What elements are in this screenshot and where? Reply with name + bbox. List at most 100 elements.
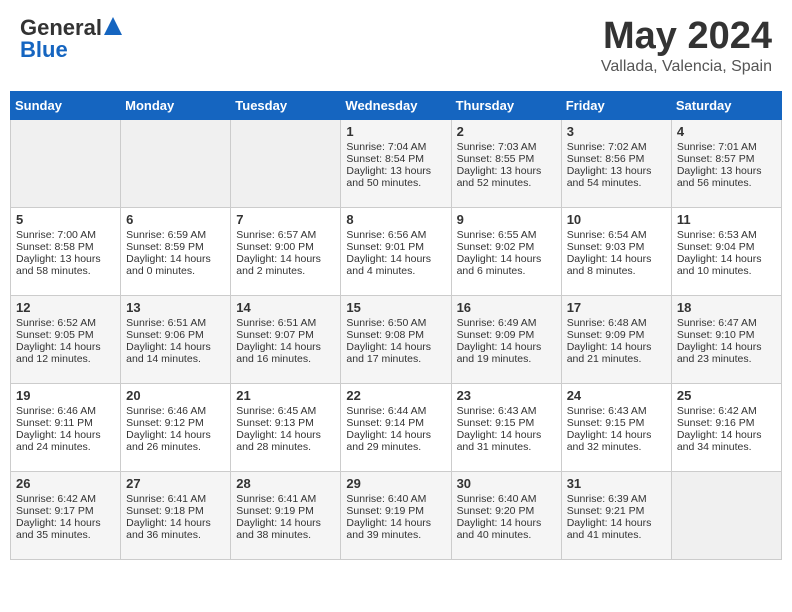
- day-number: 16: [457, 300, 556, 315]
- calendar-cell: 22 Sunrise: 6:44 AM Sunset: 9:14 PM Dayl…: [341, 384, 451, 472]
- day-number: 2: [457, 124, 556, 139]
- week-row-1: 1 Sunrise: 7:04 AM Sunset: 8:54 PM Dayli…: [11, 120, 782, 208]
- sunset-text: Sunset: 9:14 PM: [346, 417, 424, 429]
- calendar-cell: 15 Sunrise: 6:50 AM Sunset: 9:08 PM Dayl…: [341, 296, 451, 384]
- calendar-cell: 20 Sunrise: 6:46 AM Sunset: 9:12 PM Dayl…: [121, 384, 231, 472]
- daylight-text: Daylight: 14 hours and 16 minutes.: [236, 341, 321, 365]
- sunrise-text: Sunrise: 6:43 AM: [457, 405, 537, 417]
- daylight-text: Daylight: 14 hours and 40 minutes.: [457, 517, 542, 541]
- sunset-text: Sunset: 9:15 PM: [567, 417, 645, 429]
- weekday-header-tuesday: Tuesday: [231, 92, 341, 120]
- calendar-cell: 30 Sunrise: 6:40 AM Sunset: 9:20 PM Dayl…: [451, 472, 561, 560]
- sunrise-text: Sunrise: 7:04 AM: [346, 141, 426, 153]
- calendar-cell: 26 Sunrise: 6:42 AM Sunset: 9:17 PM Dayl…: [11, 472, 121, 560]
- weekday-header-saturday: Saturday: [671, 92, 781, 120]
- daylight-text: Daylight: 14 hours and 38 minutes.: [236, 517, 321, 541]
- sunset-text: Sunset: 8:54 PM: [346, 153, 424, 165]
- sunset-text: Sunset: 8:56 PM: [567, 153, 645, 165]
- week-row-3: 12 Sunrise: 6:52 AM Sunset: 9:05 PM Dayl…: [11, 296, 782, 384]
- sunset-text: Sunset: 9:10 PM: [677, 329, 755, 341]
- sunset-text: Sunset: 9:21 PM: [567, 505, 645, 517]
- daylight-text: Daylight: 14 hours and 19 minutes.: [457, 341, 542, 365]
- day-number: 11: [677, 212, 776, 227]
- sunset-text: Sunset: 9:04 PM: [677, 241, 755, 253]
- daylight-text: Daylight: 14 hours and 39 minutes.: [346, 517, 431, 541]
- sunset-text: Sunset: 9:02 PM: [457, 241, 535, 253]
- sunrise-text: Sunrise: 6:39 AM: [567, 493, 647, 505]
- calendar-cell: 27 Sunrise: 6:41 AM Sunset: 9:18 PM Dayl…: [121, 472, 231, 560]
- daylight-text: Daylight: 14 hours and 21 minutes.: [567, 341, 652, 365]
- day-number: 19: [16, 388, 115, 403]
- calendar-cell: 6 Sunrise: 6:59 AM Sunset: 8:59 PM Dayli…: [121, 208, 231, 296]
- sunrise-text: Sunrise: 6:52 AM: [16, 317, 96, 329]
- week-row-4: 19 Sunrise: 6:46 AM Sunset: 9:11 PM Dayl…: [11, 384, 782, 472]
- day-number: 12: [16, 300, 115, 315]
- daylight-text: Daylight: 13 hours and 50 minutes.: [346, 165, 431, 189]
- calendar-cell: 9 Sunrise: 6:55 AM Sunset: 9:02 PM Dayli…: [451, 208, 561, 296]
- calendar-cell: 25 Sunrise: 6:42 AM Sunset: 9:16 PM Dayl…: [671, 384, 781, 472]
- sunrise-text: Sunrise: 6:46 AM: [126, 405, 206, 417]
- sunset-text: Sunset: 9:12 PM: [126, 417, 204, 429]
- day-number: 7: [236, 212, 335, 227]
- sunrise-text: Sunrise: 6:54 AM: [567, 229, 647, 241]
- daylight-text: Daylight: 14 hours and 28 minutes.: [236, 429, 321, 453]
- calendar-cell: 14 Sunrise: 6:51 AM Sunset: 9:07 PM Dayl…: [231, 296, 341, 384]
- day-number: 21: [236, 388, 335, 403]
- sunset-text: Sunset: 9:13 PM: [236, 417, 314, 429]
- daylight-text: Daylight: 13 hours and 58 minutes.: [16, 253, 101, 277]
- daylight-text: Daylight: 13 hours and 52 minutes.: [457, 165, 542, 189]
- daylight-text: Daylight: 14 hours and 36 minutes.: [126, 517, 211, 541]
- daylight-text: Daylight: 14 hours and 35 minutes.: [16, 517, 101, 541]
- sunrise-text: Sunrise: 7:00 AM: [16, 229, 96, 241]
- calendar-cell: 17 Sunrise: 6:48 AM Sunset: 9:09 PM Dayl…: [561, 296, 671, 384]
- daylight-text: Daylight: 13 hours and 56 minutes.: [677, 165, 762, 189]
- day-number: 15: [346, 300, 445, 315]
- sunset-text: Sunset: 9:00 PM: [236, 241, 314, 253]
- sunset-text: Sunset: 9:01 PM: [346, 241, 424, 253]
- weekday-header-sunday: Sunday: [11, 92, 121, 120]
- calendar-cell: 21 Sunrise: 6:45 AM Sunset: 9:13 PM Dayl…: [231, 384, 341, 472]
- sunset-text: Sunset: 9:16 PM: [677, 417, 755, 429]
- sunrise-text: Sunrise: 7:02 AM: [567, 141, 647, 153]
- sunrise-text: Sunrise: 6:44 AM: [346, 405, 426, 417]
- sunset-text: Sunset: 9:11 PM: [16, 417, 93, 429]
- weekday-header-thursday: Thursday: [451, 92, 561, 120]
- daylight-text: Daylight: 14 hours and 12 minutes.: [16, 341, 101, 365]
- logo: General Blue: [20, 15, 122, 63]
- sunrise-text: Sunrise: 6:42 AM: [677, 405, 757, 417]
- sunrise-text: Sunrise: 6:53 AM: [677, 229, 757, 241]
- day-number: 28: [236, 476, 335, 491]
- day-number: 30: [457, 476, 556, 491]
- logo-icon: [104, 17, 122, 35]
- day-number: 13: [126, 300, 225, 315]
- daylight-text: Daylight: 14 hours and 31 minutes.: [457, 429, 542, 453]
- weekday-header-wednesday: Wednesday: [341, 92, 451, 120]
- calendar-cell: 8 Sunrise: 6:56 AM Sunset: 9:01 PM Dayli…: [341, 208, 451, 296]
- daylight-text: Daylight: 14 hours and 8 minutes.: [567, 253, 652, 277]
- sunrise-text: Sunrise: 6:57 AM: [236, 229, 316, 241]
- calendar-cell: 13 Sunrise: 6:51 AM Sunset: 9:06 PM Dayl…: [121, 296, 231, 384]
- sunrise-text: Sunrise: 6:40 AM: [457, 493, 537, 505]
- sunset-text: Sunset: 9:20 PM: [457, 505, 535, 517]
- day-number: 17: [567, 300, 666, 315]
- sunrise-text: Sunrise: 6:56 AM: [346, 229, 426, 241]
- day-number: 24: [567, 388, 666, 403]
- daylight-text: Daylight: 14 hours and 4 minutes.: [346, 253, 431, 277]
- sunset-text: Sunset: 9:09 PM: [457, 329, 535, 341]
- day-number: 1: [346, 124, 445, 139]
- sunrise-text: Sunrise: 6:50 AM: [346, 317, 426, 329]
- daylight-text: Daylight: 14 hours and 14 minutes.: [126, 341, 211, 365]
- day-number: 29: [346, 476, 445, 491]
- sunset-text: Sunset: 9:06 PM: [126, 329, 204, 341]
- sunset-text: Sunset: 9:15 PM: [457, 417, 535, 429]
- sunrise-text: Sunrise: 6:48 AM: [567, 317, 647, 329]
- title-location: Vallada, Valencia, Spain: [601, 58, 772, 76]
- calendar-cell: 28 Sunrise: 6:41 AM Sunset: 9:19 PM Dayl…: [231, 472, 341, 560]
- sunrise-text: Sunrise: 7:03 AM: [457, 141, 537, 153]
- day-number: 3: [567, 124, 666, 139]
- calendar-table: SundayMondayTuesdayWednesdayThursdayFrid…: [10, 91, 782, 560]
- title-month: May 2024: [601, 15, 772, 58]
- daylight-text: Daylight: 14 hours and 32 minutes.: [567, 429, 652, 453]
- sunrise-text: Sunrise: 6:49 AM: [457, 317, 537, 329]
- sunset-text: Sunset: 9:19 PM: [346, 505, 424, 517]
